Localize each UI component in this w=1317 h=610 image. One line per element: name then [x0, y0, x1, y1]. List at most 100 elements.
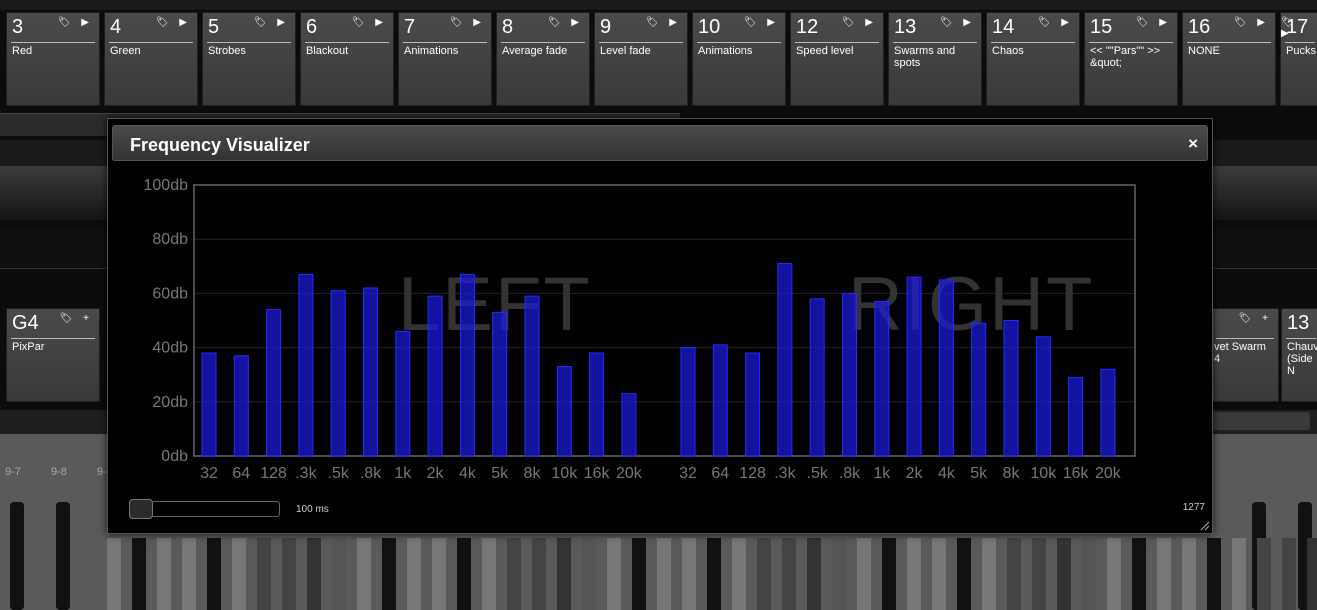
- slider-handle[interactable]: [129, 499, 153, 519]
- channel-key[interactable]: [1082, 538, 1096, 610]
- channel-key[interactable]: [707, 538, 721, 610]
- channel-key[interactable]: [982, 538, 996, 610]
- channel-key[interactable]: [857, 538, 871, 610]
- divider: [207, 42, 291, 43]
- cue-button[interactable]: 10 🏷︎ ▶ Animations: [692, 12, 786, 106]
- channel-key[interactable]: [582, 538, 596, 610]
- tag-icon[interactable]: 🏷︎ ▶: [1234, 17, 1269, 28]
- channel-key[interactable]: [1232, 538, 1246, 610]
- channel-key[interactable]: [957, 538, 971, 610]
- close-icon[interactable]: ×: [1188, 134, 1198, 154]
- group-button[interactable]: 13 Chauv (Side N: [1281, 308, 1317, 402]
- cue-button[interactable]: 5 🏷︎ ▶ Strobes: [202, 12, 296, 106]
- channel-key[interactable]: [107, 538, 121, 610]
- cue-button[interactable]: 7 🏷︎ ▶ Animations: [398, 12, 492, 106]
- channel-key[interactable]: [1032, 538, 1046, 610]
- cue-number: 15: [1090, 16, 1113, 38]
- divider: [1285, 42, 1315, 43]
- channel-key[interactable]: [682, 538, 696, 610]
- group-label: vet Swarm 4: [1214, 341, 1266, 365]
- channel-key[interactable]: [1257, 538, 1271, 610]
- channel-key[interactable]: [307, 538, 321, 610]
- channel-key[interactable]: [832, 538, 846, 610]
- channel-key[interactable]: [1107, 538, 1121, 610]
- cue-button[interactable]: 13 🏷︎ ▶ Swarms and spots: [888, 12, 982, 106]
- frequency-chart: 100db80db60db40db20db0dbLEFT RIGHT32 64 128…: [144, 177, 1136, 482]
- tag-icon[interactable]: 🏷︎ ▶: [1038, 17, 1073, 28]
- tag-icon[interactable]: 🏷︎ +: [60, 313, 93, 324]
- channel-key[interactable]: [232, 538, 246, 610]
- tag-icon[interactable]: 🏷︎ ▶: [744, 17, 779, 28]
- x-tick-label: 8k: [1003, 465, 1021, 482]
- channel-key[interactable]: [1282, 538, 1296, 610]
- frequency-bar: [459, 273, 475, 457]
- channel-key[interactable]: [482, 538, 496, 610]
- channel-key[interactable]: [132, 538, 146, 610]
- channel-key[interactable]: [632, 538, 646, 610]
- channel-key[interactable]: [182, 538, 196, 610]
- channel-key[interactable]: [732, 538, 746, 610]
- cue-button[interactable]: 8 🏷︎ ▶ Average fade: [496, 12, 590, 106]
- interval-value: 100 ms: [296, 504, 329, 515]
- fader-slot[interactable]: [10, 502, 24, 610]
- channel-key[interactable]: [432, 538, 446, 610]
- channel-key[interactable]: [1182, 538, 1196, 610]
- cue-button[interactable]: 14 🏷︎ ▶ Chaos: [986, 12, 1080, 106]
- cue-button[interactable]: 15 🏷︎ ▶ << ""Pars"" >> &quot;: [1084, 12, 1178, 106]
- dialog-header[interactable]: Frequency Visualizer ×: [112, 125, 1208, 161]
- tag-icon[interactable]: 🏷︎ ▶: [646, 17, 681, 28]
- channel-key[interactable]: [332, 538, 346, 610]
- cue-button[interactable]: 3 🏷︎ ▶ Red: [6, 12, 100, 106]
- channel-key[interactable]: [357, 538, 371, 610]
- channel-key[interactable]: [157, 538, 171, 610]
- channel-key[interactable]: [607, 538, 621, 610]
- channel-key[interactable]: [532, 538, 546, 610]
- channel-key[interactable]: [1307, 538, 1317, 610]
- tag-icon[interactable]: 🏷︎ ▶: [1136, 17, 1171, 28]
- cue-button[interactable]: 12 🏷︎ ▶ Speed level: [790, 12, 884, 106]
- fader-slot[interactable]: [56, 502, 70, 610]
- channel-key[interactable]: [932, 538, 946, 610]
- y-tick-label: 60db: [152, 285, 188, 302]
- channel-key[interactable]: [657, 538, 671, 610]
- cue-button-row: 3 🏷︎ ▶ Red 4 🏷︎ ▶ Green 5 🏷︎ ▶ Strobes 6 🏷︎ ▶ Black…: [0, 10, 1317, 108]
- channel-key[interactable]: [1007, 538, 1021, 610]
- channel-key[interactable]: [557, 538, 571, 610]
- channel-key[interactable]: [907, 538, 921, 610]
- tag-icon[interactable]: 🏷︎ ▶: [548, 17, 583, 28]
- tag-icon[interactable]: 🏷︎ ▶: [58, 17, 93, 28]
- group-button[interactable]: G4 🏷︎ + PixPar: [6, 308, 100, 402]
- cue-button[interactable]: 4 🏷︎ ▶ Green: [104, 12, 198, 106]
- channel-key[interactable]: [507, 538, 521, 610]
- channel-key[interactable]: [1132, 538, 1146, 610]
- channel-key[interactable]: [257, 538, 271, 610]
- channel-key[interactable]: [1057, 538, 1071, 610]
- tag-icon[interactable]: 🏷︎ ▶: [842, 17, 877, 28]
- scrollbar-thumb[interactable]: [1210, 412, 1310, 430]
- interval-slider[interactable]: [129, 499, 280, 519]
- cue-button[interactable]: 9 🏷︎ ▶ Level fade: [594, 12, 688, 106]
- channel-key[interactable]: [407, 538, 421, 610]
- channel-key[interactable]: [1207, 538, 1221, 610]
- tag-icon[interactable]: 🏷︎ ▶: [940, 17, 975, 28]
- resize-grip-icon[interactable]: [1200, 521, 1210, 531]
- tag-icon[interactable]: 🏷︎ ▶: [1281, 17, 1313, 39]
- channel-key[interactable]: [882, 538, 896, 610]
- cue-button[interactable]: 6 🏷︎ ▶ Blackout: [300, 12, 394, 106]
- tag-icon[interactable]: 🏷︎ ▶: [156, 17, 191, 28]
- channel-key[interactable]: [282, 538, 296, 610]
- tag-icon[interactable]: 🏷︎ ▶: [352, 17, 387, 28]
- channel-key[interactable]: [1157, 538, 1171, 610]
- tag-icon[interactable]: 🏷︎ +: [1239, 313, 1272, 324]
- tag-icon[interactable]: 🏷︎ ▶: [450, 17, 485, 28]
- tag-icon[interactable]: 🏷︎ ▶: [254, 17, 289, 28]
- channel-key[interactable]: [807, 538, 821, 610]
- channel-key[interactable]: [382, 538, 396, 610]
- cue-button[interactable]: 17 🏷︎ ▶ Pucks: [1280, 12, 1317, 106]
- channel-key[interactable]: [207, 538, 221, 610]
- channel-key[interactable]: [782, 538, 796, 610]
- dialog-title: Frequency Visualizer: [130, 135, 310, 155]
- cue-button[interactable]: 16 🏷︎ ▶ NONE: [1182, 12, 1276, 106]
- channel-key[interactable]: [757, 538, 771, 610]
- channel-key[interactable]: [457, 538, 471, 610]
